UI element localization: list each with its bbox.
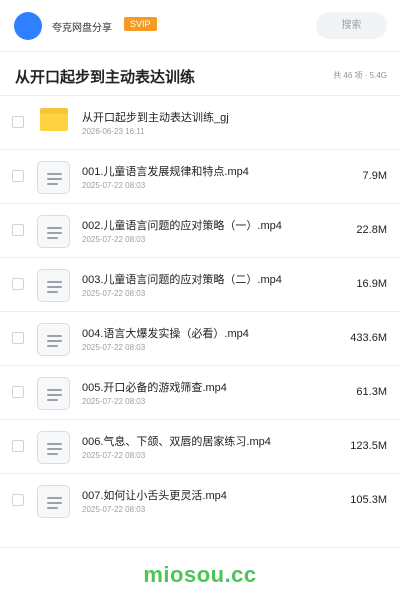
file-size: 61.3M: [356, 386, 387, 398]
brand-label: 夸克网盘分享: [52, 23, 112, 34]
video-file-icon: [37, 485, 70, 518]
video-file-icon: [37, 431, 70, 464]
file-name[interactable]: 004.语言大爆发实操（必看）.mp4: [82, 325, 249, 341]
file-size: 105.3M: [350, 494, 387, 506]
file-name[interactable]: 005.开口必备的游戏筛查.mp4: [82, 379, 227, 395]
list-item[interactable]: 002.儿童语言问题的应对策略（一）.mp4 2025-07-22 08:03 …: [0, 204, 400, 258]
divider: [0, 547, 400, 548]
file-date: 2025-07-22 08:03: [82, 505, 146, 514]
file-date: 2025-07-22 08:03: [82, 235, 146, 244]
title-row: 从开口起步到主动表达训练 共 46 项 · 5.4G: [0, 52, 400, 96]
file-name[interactable]: 007.如何让小舌头更灵活.mp4: [82, 487, 227, 503]
file-name[interactable]: 从开口起步到主动表达训练_gj: [82, 109, 229, 125]
video-file-icon: [37, 215, 70, 248]
file-size: 16.9M: [356, 278, 387, 290]
checkbox[interactable]: [12, 332, 24, 344]
file-name[interactable]: 002.儿童语言问题的应对策略（一）.mp4: [82, 217, 282, 233]
list-item[interactable]: 001.儿童语言发展规律和特点.mp4 2025-07-22 08:03 7.9…: [0, 150, 400, 204]
file-size: 433.6M: [350, 332, 387, 344]
checkbox[interactable]: [12, 278, 24, 290]
file-date: 2025-07-22 08:03: [82, 289, 146, 298]
file-date: 2026-06-23 16:11: [82, 127, 145, 136]
folder-icon: [40, 108, 68, 131]
video-file-icon: [37, 323, 70, 356]
file-name[interactable]: 003.儿童语言问题的应对策略（二）.mp4: [82, 271, 282, 287]
page-title: 从开口起步到主动表达训练: [15, 69, 196, 86]
top-bar: 夸克网盘分享 SVIP: [0, 0, 400, 52]
file-list: 从开口起步到主动表达训练_gj 2026-06-23 16:11 001.儿童语…: [0, 96, 400, 528]
svip-badge: SVIP: [124, 17, 157, 31]
video-file-icon: [37, 269, 70, 302]
file-date: 2025-07-22 08:03: [82, 397, 146, 406]
file-name[interactable]: 001.儿童语言发展规律和特点.mp4: [82, 163, 249, 179]
item-count-summary: 共 46 项 · 5.4G: [333, 71, 387, 80]
watermark: miosou.cc: [143, 562, 257, 587]
file-date: 2025-07-22 08:03: [82, 451, 146, 460]
list-item[interactable]: 007.如何让小舌头更灵活.mp4 2025-07-22 08:03 105.3…: [0, 474, 400, 528]
checkbox[interactable]: [12, 494, 24, 506]
checkbox[interactable]: [12, 116, 24, 128]
video-file-icon: [37, 161, 70, 194]
file-size: 123.5M: [350, 440, 387, 452]
checkbox[interactable]: [12, 386, 24, 398]
file-date: 2025-07-22 08:03: [82, 181, 146, 190]
file-size: 22.8M: [356, 224, 387, 236]
search-input[interactable]: [316, 12, 387, 39]
list-item[interactable]: 从开口起步到主动表达训练_gj 2026-06-23 16:11: [0, 96, 400, 150]
avatar[interactable]: [14, 12, 42, 40]
checkbox[interactable]: [12, 224, 24, 236]
file-name[interactable]: 006.气息、下颌、双唇的居家练习.mp4: [82, 433, 271, 449]
list-item[interactable]: 004.语言大爆发实操（必看）.mp4 2025-07-22 08:03 433…: [0, 312, 400, 366]
video-file-icon: [37, 377, 70, 410]
file-size: 7.9M: [362, 170, 387, 182]
list-item[interactable]: 003.儿童语言问题的应对策略（二）.mp4 2025-07-22 08:03 …: [0, 258, 400, 312]
list-item[interactable]: 006.气息、下颌、双唇的居家练习.mp4 2025-07-22 08:03 1…: [0, 420, 400, 474]
file-date: 2025-07-22 08:03: [82, 343, 146, 352]
list-item[interactable]: 005.开口必备的游戏筛查.mp4 2025-07-22 08:03 61.3M: [0, 366, 400, 420]
checkbox[interactable]: [12, 170, 24, 182]
checkbox[interactable]: [12, 440, 24, 452]
